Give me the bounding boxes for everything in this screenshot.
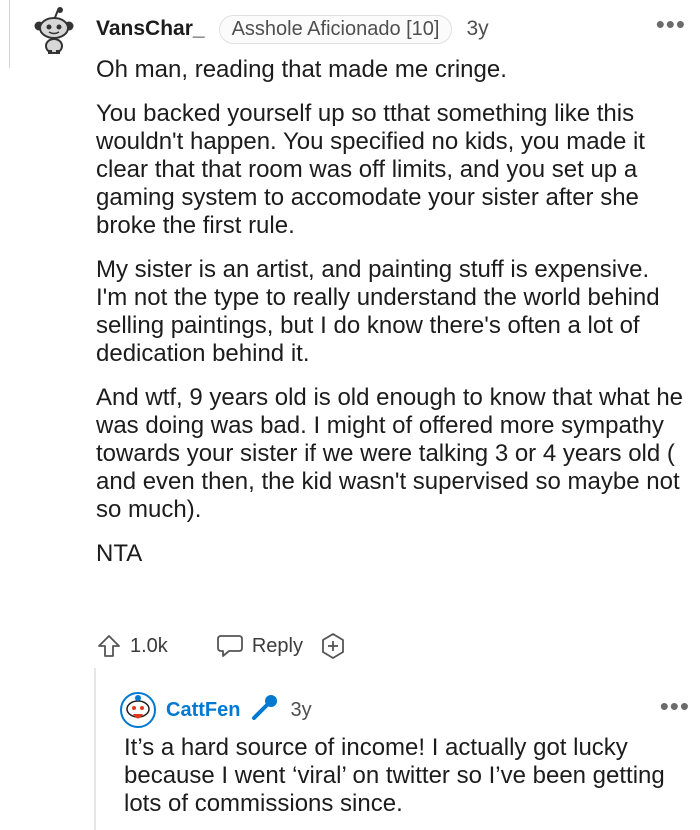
more-options-icon[interactable]: ••• — [656, 11, 686, 37]
timestamp: 3y — [466, 17, 489, 40]
comment-paragraph: You backed yourself up so tthat somethin… — [96, 100, 645, 239]
upvote-arrow-icon[interactable] — [96, 633, 122, 659]
comment-actions: 1.0k Reply — [96, 630, 347, 662]
upvote-button[interactable]: 1.0k — [96, 633, 168, 659]
user-flair: Asshole Aficionado [10] — [218, 14, 453, 44]
comment-header: VansChar_ Asshole Aficionado [10] 3y — [96, 14, 489, 44]
comment-paragraph: My sister is an artist, and painting stu… — [96, 256, 660, 367]
snoo-avatar-icon[interactable] — [30, 6, 78, 54]
comment-body: Oh man, reading that made me cringe. You… — [96, 56, 686, 584]
reply-timestamp: 3y — [290, 698, 312, 721]
reply-button[interactable]: Reply — [208, 633, 303, 659]
reply-username[interactable]: CattFen — [166, 699, 240, 722]
add-award-icon[interactable] — [319, 632, 347, 660]
comment-paragraph: Oh man, reading that made me cringe. — [96, 56, 507, 83]
snoo-avatar-icon[interactable] — [120, 692, 156, 728]
reply-label: Reply — [251, 634, 303, 657]
more-options-icon[interactable]: ••• — [660, 693, 690, 719]
thread-line[interactable] — [9, 0, 10, 68]
comment-paragraph: NTA — [96, 540, 143, 567]
reply-header: CattFen 3y — [166, 694, 312, 726]
username[interactable]: VansChar_ — [96, 17, 205, 41]
microphone-icon — [250, 694, 280, 726]
reply-body: It’s a hard source of income! I actually… — [124, 734, 665, 817]
speech-bubble-icon — [216, 633, 244, 659]
reply-thread-line[interactable] — [94, 668, 96, 830]
upvote-count: 1.0k — [130, 634, 168, 657]
comment-paragraph: And wtf, 9 years old is old enough to kn… — [96, 384, 684, 523]
